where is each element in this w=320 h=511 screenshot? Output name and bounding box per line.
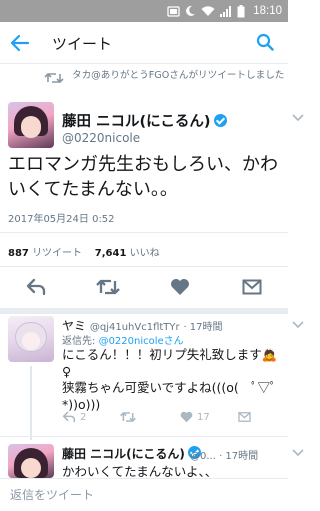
signal-icon [220, 5, 232, 17]
retweet-count-label: リツイート [32, 248, 83, 259]
thread-avatar[interactable] [8, 444, 54, 478]
verified-badge-icon [213, 114, 227, 127]
thread-author[interactable]: 藤田 ニコル(にこるん) [62, 445, 201, 462]
reply-reply-count: 2 [80, 411, 87, 423]
reply-text-line: ♀ [62, 363, 72, 379]
reply-icon [62, 411, 76, 423]
retweet-context[interactable]: タカ@ありがとうFGOさんがリツイートしました [8, 68, 288, 94]
heart-icon[interactable] [170, 278, 190, 296]
chevron-down-icon[interactable] [292, 449, 304, 457]
author-handle[interactable]: @0220nicole [62, 131, 140, 145]
reply-text-line: にこるん！！！初リプ失礼致します🙇 [62, 347, 278, 362]
reply-text: にこるん！！！初リプ失礼致します🙇 ♀ 狭霧ちゃん可愛いですよね(((o( ﾟ▽… [62, 347, 282, 413]
search-icon[interactable] [256, 33, 274, 51]
reply-to-handle[interactable]: @0220nicoleさん [99, 336, 184, 347]
direct-message-icon [238, 412, 251, 422]
heart-icon [180, 411, 193, 423]
engagement-counts[interactable]: 887 リツイート 7,641 いいね [8, 244, 160, 259]
page-title: ツイート [52, 35, 113, 53]
reply-avatar[interactable] [8, 316, 54, 362]
avatar[interactable] [8, 102, 54, 148]
reply-like-count: 17 [197, 411, 210, 423]
thread-meta: @0... · 17時間 [190, 451, 259, 462]
direct-message-icon[interactable] [242, 278, 262, 296]
divider [0, 436, 288, 437]
reply-text-line: 狭霧ちゃん可愛いですよね(((o( ﾟ▽ﾟ [62, 380, 277, 395]
reply-input[interactable] [10, 485, 278, 505]
reply-dm-action[interactable] [238, 411, 251, 423]
author-name-text: 藤田 ニコル(にこるん) [62, 114, 211, 130]
reply-compose-bar [0, 478, 288, 511]
retweet-context-text: タカ@ありがとうFGOさんがリツイートしました [72, 70, 285, 81]
divider [0, 232, 288, 233]
app-bar: ツイート [0, 22, 288, 64]
retweet-icon[interactable] [96, 278, 120, 296]
author-name[interactable]: 藤田 ニコル(にこるん) [62, 110, 227, 131]
reply-actions: 2 17 [62, 411, 282, 429]
tweet-actions [0, 276, 288, 302]
thread-author-name: 藤田 ニコル(にこるん) [62, 447, 185, 461]
wifi-icon [201, 5, 215, 16]
battery-icon [237, 4, 245, 17]
reply-like-action[interactable]: 17 [180, 411, 210, 423]
reply-to-prefix: 返信先: [62, 336, 99, 347]
like-count: 7,641 [94, 248, 127, 259]
reply-time: · 17時間 [183, 322, 223, 333]
retweet-count: 887 [8, 248, 29, 259]
chevron-down-icon[interactable] [292, 114, 304, 122]
reply-author-name: ヤミ [62, 319, 87, 333]
reply-retweet-action[interactable] [120, 411, 136, 423]
reply-reply-action[interactable]: 2 [62, 411, 86, 423]
reply-to-line: 返信先: @0220nicoleさん [62, 332, 184, 347]
status-bar: 18:10 [0, 0, 288, 22]
section-separator [0, 308, 288, 314]
chevron-down-icon[interactable] [292, 321, 304, 329]
thread-line [30, 366, 32, 440]
retweet-icon [120, 412, 136, 422]
tweet-text: エロマンガ先生おもしろい、かわいくてたまんない。。 [8, 154, 278, 200]
retweet-icon [44, 73, 64, 83]
like-count-label: いいね [129, 248, 160, 259]
back-arrow-icon[interactable] [10, 34, 30, 52]
divider [0, 266, 288, 267]
moon-icon [186, 5, 196, 16]
tweet-timestamp: 2017年05月24日 0:52 [8, 214, 115, 225]
status-time: 18:10 [253, 5, 282, 17]
reply-icon[interactable] [26, 278, 46, 296]
cast-icon [167, 5, 180, 17]
